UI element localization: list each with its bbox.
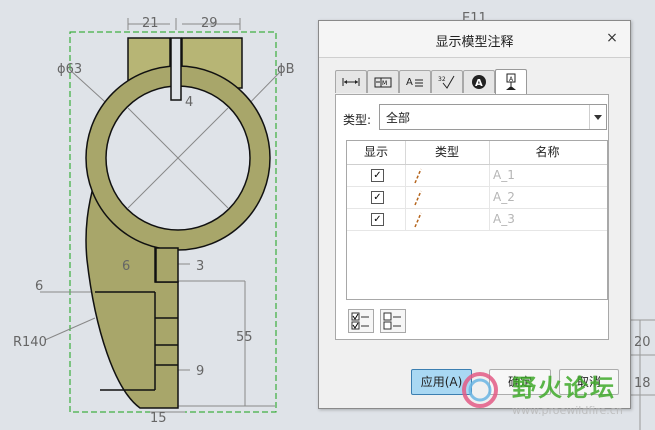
annotation-name: A_2 <box>493 190 515 204</box>
table-row[interactable]: ✓ A_1 <box>347 165 607 187</box>
show-checkbox[interactable]: ✓ <box>371 213 384 226</box>
dim-r140[interactable]: R140 <box>13 335 47 350</box>
surface-finish-icon: 32 <box>438 75 455 89</box>
table-row[interactable]: ✓ A_2 <box>347 187 607 209</box>
column-header-name[interactable]: 名称 <box>489 141 606 164</box>
dim-4[interactable]: 4 <box>185 95 193 110</box>
datum-axis-icon <box>414 212 422 228</box>
annotation-name: A_1 <box>493 168 515 182</box>
bracket-part[interactable] <box>85 37 271 409</box>
dimension-icon <box>342 78 360 86</box>
dim-9[interactable]: 9 <box>196 364 204 379</box>
tab-surface-finish[interactable]: 32 <box>431 70 463 93</box>
column-header-type[interactable]: 类型 <box>405 141 490 164</box>
deselect-all-button[interactable] <box>380 309 406 333</box>
type-dropdown[interactable]: 全部 <box>379 104 607 130</box>
tolerance-icon: M <box>374 77 392 88</box>
tab-notes[interactable]: A <box>399 70 431 93</box>
close-icon[interactable]: × <box>604 29 620 47</box>
dim-phiB[interactable]: ϕB <box>277 62 295 77</box>
dim-phi63[interactable]: ϕ63 <box>57 62 82 77</box>
watermark-url: www.proewildfire.cn <box>512 404 623 417</box>
dim-21[interactable]: 21 <box>142 16 159 31</box>
svg-text:A: A <box>406 77 413 88</box>
dim-6[interactable]: 6 <box>35 279 43 294</box>
svg-text:A: A <box>475 78 483 89</box>
svg-text:M: M <box>382 80 387 87</box>
type-dropdown-value: 全部 <box>386 111 411 125</box>
dim-20[interactable]: 20 <box>634 335 651 350</box>
table-row[interactable]: ✓ A_3 <box>347 209 607 231</box>
dialog-title-bar[interactable]: 显示模型注释 × <box>319 21 630 58</box>
tab-datums[interactable]: A <box>495 69 527 94</box>
dim-29[interactable]: 29 <box>201 16 218 31</box>
column-header-show[interactable]: 显示 <box>347 141 406 164</box>
annotations-panel: 类型: 全部 显示 类型 名称 ✓ A_1 ✓ A_2 ✓ A_3 <box>335 94 609 340</box>
deselect-all-icon <box>383 312 401 330</box>
forum-watermark: 野火论坛 www.proewildfire.cn <box>452 360 655 430</box>
note-icon: A <box>406 77 423 88</box>
dim-6-neck[interactable]: 6 <box>122 259 130 274</box>
symbol-icon: A <box>472 75 486 89</box>
tab-geometric-tolerances[interactable]: M <box>367 70 399 93</box>
show-model-annotations-dialog: 显示模型注释 × M A 32 A A 类型: 全部 显示 类型 名称 ✓ A_… <box>318 20 631 409</box>
datum-axis-icon <box>414 190 422 206</box>
table-header: 显示 类型 名称 <box>347 141 607 165</box>
show-checkbox[interactable]: ✓ <box>371 169 384 182</box>
svg-text:32: 32 <box>438 76 446 83</box>
dim-15[interactable]: 15 <box>150 411 167 426</box>
dim-3[interactable]: 3 <box>196 259 204 274</box>
select-all-button[interactable] <box>348 309 374 333</box>
dim-55[interactable]: 55 <box>236 330 253 345</box>
type-label: 类型: <box>343 113 372 127</box>
dialog-title: 显示模型注释 <box>435 35 514 50</box>
flame-logo <box>462 372 498 408</box>
datum-icon: A <box>506 73 516 90</box>
annotation-name: A_3 <box>493 212 515 226</box>
watermark-text: 野火论坛 <box>512 374 616 402</box>
chevron-down-icon[interactable] <box>589 105 606 129</box>
select-all-icon <box>351 312 369 330</box>
tab-symbols[interactable]: A <box>463 70 495 93</box>
tab-dimensions[interactable] <box>335 70 367 93</box>
datum-axis-icon <box>414 168 422 184</box>
show-checkbox[interactable]: ✓ <box>371 191 384 204</box>
annotation-table: 显示 类型 名称 ✓ A_1 ✓ A_2 ✓ A_3 <box>346 140 608 300</box>
